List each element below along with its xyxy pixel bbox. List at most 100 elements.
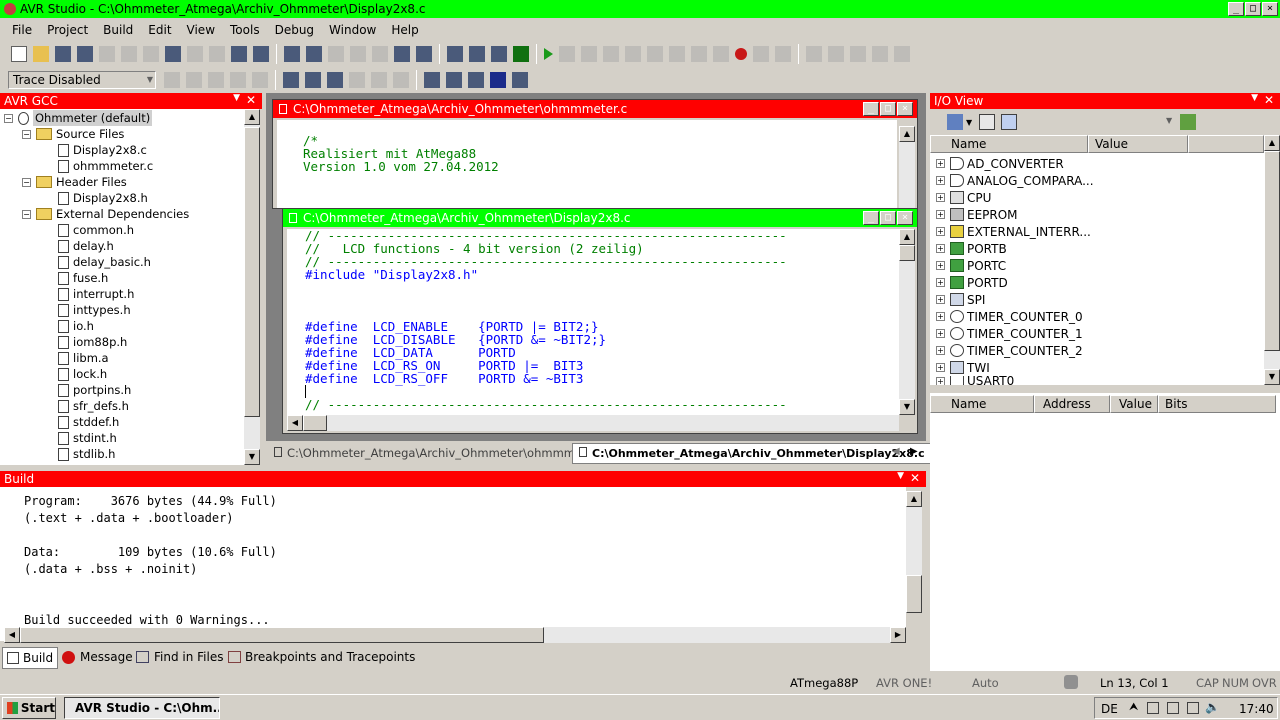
tree-file[interactable]: fuse.h — [0, 270, 244, 286]
io-col-value[interactable]: Value — [1088, 135, 1188, 153]
source-folder[interactable]: − Source Files — [0, 126, 244, 142]
scroll-thumb[interactable] — [906, 575, 922, 613]
io-icon[interactable] — [446, 72, 462, 88]
editor1-close-button[interactable]: × — [897, 102, 913, 116]
doc-tab-ohmmmeter[interactable]: C:\Ohmmeter_Atmega\Archiv_Ohmmeter\ohmmm… — [274, 446, 607, 460]
trace-icon[interactable] — [164, 72, 180, 88]
watch-icon[interactable] — [806, 46, 822, 62]
tree-file[interactable]: interrupt.h — [0, 286, 244, 302]
program-icon[interactable] — [468, 72, 484, 88]
io-item[interactable]: + PORTB — [936, 240, 1094, 257]
io-item[interactable]: + CPU — [936, 189, 1094, 206]
menu-window[interactable]: Window — [329, 23, 376, 37]
io-detail-col-name[interactable]: Name — [930, 395, 1034, 413]
tree-file[interactable]: Display2x8.c — [0, 142, 244, 158]
avr-icon[interactable] — [305, 72, 321, 88]
collapse-icon[interactable]: − — [22, 177, 31, 187]
editor2-minimize-button[interactable]: _ — [863, 211, 879, 225]
menu-project[interactable]: Project — [47, 23, 88, 37]
io-detail-col-address[interactable]: Address — [1034, 395, 1110, 413]
scroll-down-icon[interactable]: ▼ — [1264, 369, 1280, 385]
run-to-cursor-icon[interactable] — [513, 46, 529, 62]
io-col-name[interactable]: Name — [930, 135, 1088, 153]
editor2-close-button[interactable]: × — [897, 211, 913, 225]
tree-file[interactable]: libm.a — [0, 350, 244, 366]
tree-view-icon[interactable] — [979, 114, 996, 130]
scroll-thumb[interactable] — [244, 127, 260, 417]
io-item[interactable]: + EXTERNAL_INTERR... — [936, 223, 1094, 240]
tree-file[interactable]: stdlib.h — [0, 446, 244, 462]
clear-breakpoints-icon[interactable] — [775, 46, 791, 62]
memory-icon[interactable] — [828, 46, 844, 62]
expand-icon[interactable]: + — [936, 295, 945, 304]
scroll-up-icon[interactable]: ▲ — [244, 109, 260, 125]
menu-view[interactable]: View — [187, 23, 215, 37]
io-item[interactable]: + EEPROM — [936, 206, 1094, 223]
expand-icon[interactable]: + — [936, 159, 945, 168]
tray-expand-icon[interactable]: ⮝ — [1129, 700, 1138, 714]
chevron-down-icon[interactable]: ▼ — [1166, 116, 1172, 125]
tree-root[interactable]: − Ohmmeter (default) — [0, 110, 244, 126]
io-item[interactable]: + SPI — [936, 291, 1094, 308]
scroll-left-icon[interactable]: ◀ — [4, 627, 20, 643]
expand-icon[interactable]: + — [936, 244, 945, 253]
tree-file[interactable]: io.h — [0, 318, 244, 334]
step-over-icon[interactable] — [647, 46, 663, 62]
expand-icon[interactable]: + — [936, 210, 945, 219]
bookmark-prev-icon[interactable] — [350, 46, 366, 62]
tree-file[interactable]: ohmmmeter.c — [0, 158, 244, 174]
editor2-maximize-button[interactable]: □ — [880, 211, 896, 225]
tree-file[interactable]: iom88p.h — [0, 334, 244, 350]
tree-file[interactable]: Display2x8.h — [0, 190, 244, 206]
network-icon[interactable] — [349, 72, 365, 88]
io-item[interactable]: + ANALOG_COMPARA... — [936, 172, 1094, 189]
panel-menu-icon[interactable]: ▼ — [1251, 93, 1258, 103]
clean-icon[interactable] — [491, 46, 507, 62]
expand-icon[interactable]: + — [936, 312, 945, 321]
tab-message[interactable]: Message — [62, 650, 133, 664]
io-item[interactable]: + AD_CONVERTER — [936, 155, 1094, 172]
editor1-maximize-button[interactable]: □ — [880, 102, 896, 116]
minimize-button[interactable]: _ — [1228, 2, 1244, 16]
pause-icon[interactable] — [603, 46, 619, 62]
panel-close-icon[interactable]: ✕ — [246, 93, 256, 107]
tree-file[interactable]: delay_basic.h — [0, 254, 244, 270]
expand-icon[interactable]: + — [936, 329, 945, 338]
print-icon[interactable] — [165, 46, 181, 62]
language-indicator[interactable]: DE — [1101, 702, 1118, 716]
scroll-up-icon[interactable]: ▲ — [899, 229, 915, 245]
flag-icon[interactable] — [1147, 702, 1159, 714]
tree-file[interactable]: lock.h — [0, 366, 244, 382]
scroll-thumb[interactable] — [20, 627, 544, 643]
connect-icon[interactable] — [283, 72, 299, 88]
editor1-scrollbar[interactable]: ▲ — [899, 126, 915, 208]
trace-up-icon[interactable] — [252, 72, 268, 88]
build-output[interactable]: Program: 3676 bytes (44.9% Full) (.text … — [0, 487, 906, 641]
step-out-icon[interactable] — [669, 46, 685, 62]
network-icon[interactable] — [1167, 702, 1179, 714]
expand-icon[interactable]: + — [936, 261, 945, 270]
disassembler-icon[interactable] — [872, 46, 888, 62]
tree-file[interactable]: sfr_defs.h — [0, 398, 244, 414]
menu-build[interactable]: Build — [103, 23, 133, 37]
new-file-icon[interactable] — [11, 46, 27, 62]
expand-icon[interactable]: + — [936, 363, 945, 372]
scroll-up-icon[interactable]: ▲ — [906, 491, 922, 507]
display-icon[interactable] — [1187, 702, 1199, 714]
expand-icon[interactable]: + — [936, 278, 945, 287]
collapse-icon[interactable]: − — [4, 113, 13, 123]
run-icon[interactable] — [544, 48, 553, 60]
project-scrollbar[interactable]: ▲ ▼ — [244, 109, 260, 465]
expand-icon[interactable]: + — [936, 227, 945, 236]
tree-file[interactable]: delay.h — [0, 238, 244, 254]
editor1-minimize-button[interactable]: _ — [863, 102, 879, 116]
run-to-icon[interactable] — [691, 46, 707, 62]
cut-icon[interactable] — [99, 46, 115, 62]
menu-debug[interactable]: Debug — [275, 23, 314, 37]
io-detail-col-bits[interactable]: Bits — [1158, 395, 1276, 413]
scroll-thumb[interactable] — [899, 245, 915, 261]
clock[interactable]: 17:40 — [1239, 702, 1274, 716]
memory-view-icon[interactable] — [424, 72, 440, 88]
menu-help[interactable]: Help — [391, 23, 418, 37]
menu-edit[interactable]: Edit — [148, 23, 171, 37]
